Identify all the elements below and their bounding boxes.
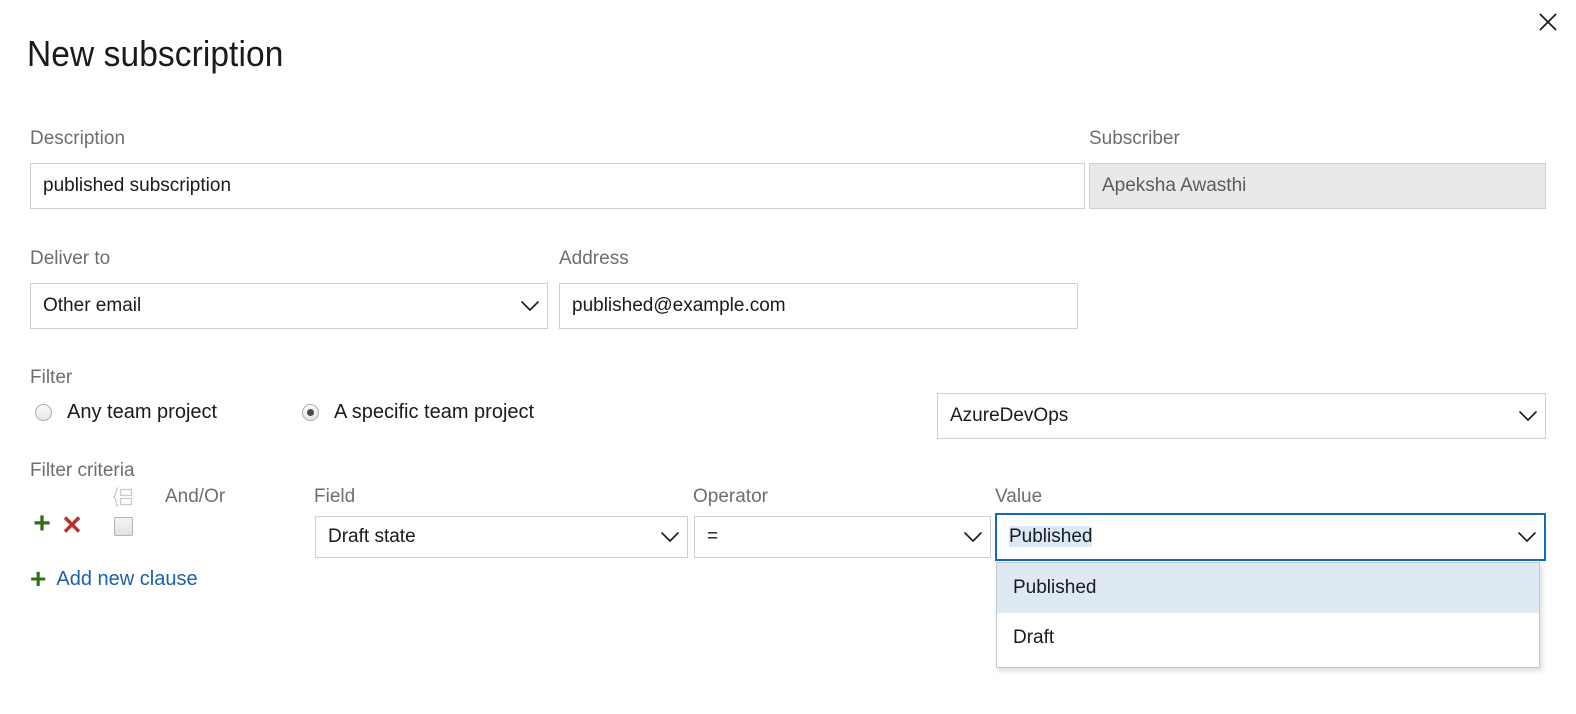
close-button[interactable] [1530, 4, 1566, 40]
description-input-value: published subscription [43, 175, 231, 197]
deliver-to-dropdown[interactable]: Other email [30, 283, 548, 329]
group-clause-icon [110, 486, 134, 508]
value-dropdown-list[interactable]: Published Draft [996, 562, 1540, 668]
add-new-clause-label: Add new clause [56, 567, 197, 591]
field-value: Draft state [316, 526, 653, 548]
plus-icon: + [33, 509, 51, 539]
chevron-down-icon [1511, 410, 1545, 422]
address-label: Address [559, 247, 629, 271]
team-project-value: AzureDevOps [938, 405, 1511, 427]
add-new-clause-link[interactable]: + Add new clause [30, 565, 198, 593]
radio-mark-any-team-project [35, 404, 52, 421]
value-option-draft[interactable]: Draft [997, 613, 1539, 663]
clause-row-checkbox[interactable] [114, 517, 133, 536]
chevron-down-icon [513, 300, 547, 312]
field-dropdown[interactable]: Draft state [315, 516, 688, 558]
subscriber-input: Apeksha Awasthi [1089, 163, 1546, 209]
description-input[interactable]: published subscription [30, 163, 1085, 209]
page-title: New subscription [27, 30, 283, 78]
close-icon [1537, 11, 1559, 33]
column-header-field: Field [314, 486, 355, 508]
filter-label: Filter [30, 366, 72, 390]
operator-value: = [695, 526, 956, 548]
radio-any-team-project[interactable]: Any team project [35, 401, 217, 423]
subscriber-input-value: Apeksha Awasthi [1102, 175, 1246, 197]
radio-mark-specific-team-project [302, 404, 319, 421]
chevron-down-icon [1510, 531, 1544, 543]
radio-label-any-team-project: Any team project [67, 401, 217, 423]
radio-label-specific-team-project: A specific team project [334, 401, 534, 423]
value-selected-text: Published [997, 526, 1510, 548]
description-label: Description [30, 127, 125, 151]
address-input-value: published@example.com [572, 295, 786, 317]
column-header-operator: Operator [693, 486, 768, 508]
delete-x-icon: ✕ [61, 512, 83, 538]
deliver-to-label: Deliver to [30, 247, 110, 271]
subscriber-label: Subscriber [1089, 127, 1180, 151]
value-selected-text-highlight: Published [1009, 526, 1092, 547]
column-header-value: Value [995, 486, 1042, 508]
deliver-to-value: Other email [31, 295, 513, 317]
plus-icon: + [30, 565, 46, 593]
chevron-down-icon [956, 531, 990, 543]
chevron-down-icon [653, 531, 687, 543]
value-dropdown[interactable]: Published [995, 513, 1546, 561]
new-subscription-dialog: New subscription Description published s… [0, 0, 1576, 714]
delete-clause-row-button[interactable]: ✕ [60, 509, 84, 541]
operator-dropdown[interactable]: = [694, 516, 991, 558]
column-header-and-or: And/Or [165, 486, 225, 508]
radio-specific-team-project[interactable]: A specific team project [302, 401, 534, 423]
address-input[interactable]: published@example.com [559, 283, 1078, 329]
value-option-published[interactable]: Published [997, 563, 1539, 613]
filter-criteria-label: Filter criteria [30, 459, 135, 483]
team-project-dropdown[interactable]: AzureDevOps [937, 393, 1546, 439]
add-clause-row-button[interactable]: + [30, 508, 54, 540]
